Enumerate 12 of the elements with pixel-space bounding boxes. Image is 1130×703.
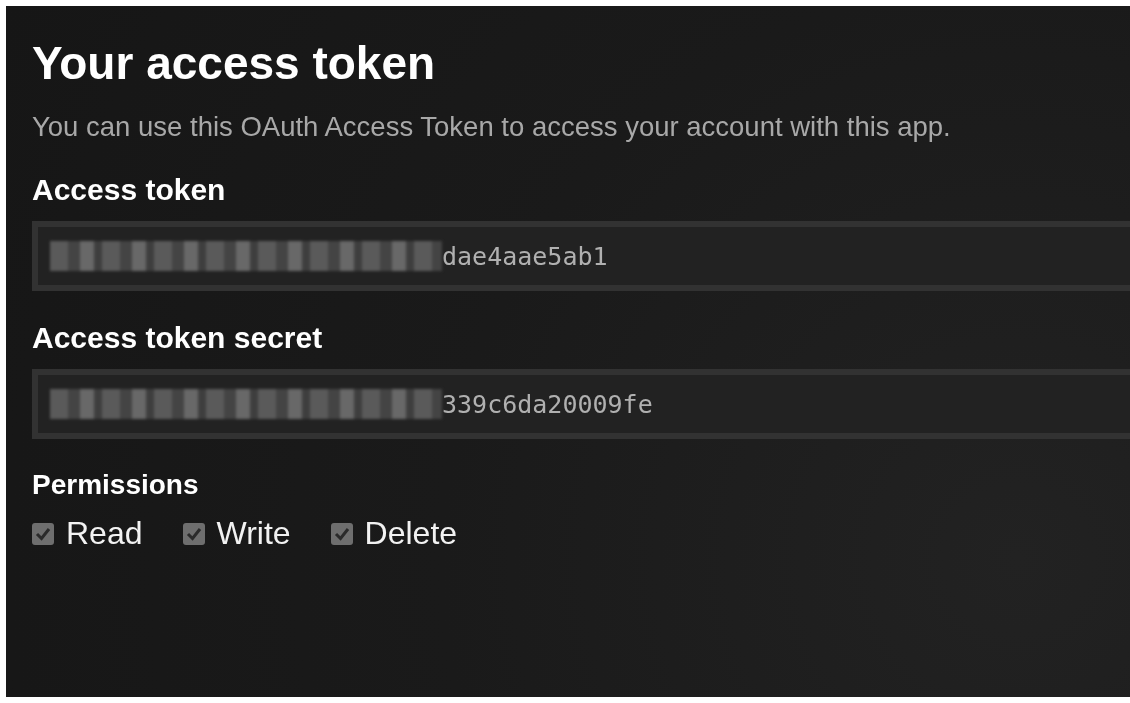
field-label: Access token bbox=[32, 173, 226, 208]
token-field[interactable]: 339c6da20009fe bbox=[32, 369, 1130, 440]
description-text: You can use this OAuth Access Token to access your account with this app. bbox=[32, 111, 952, 144]
permissions-label: Permissions bbox=[32, 469, 199, 502]
token-field[interactable]: dae4aae5ab1 bbox=[32, 221, 1130, 292]
checkbox-label: Delete bbox=[364, 515, 458, 553]
field-label: Access token secret bbox=[32, 321, 323, 356]
checkbox-label: Write bbox=[216, 515, 291, 553]
checkbox-label: Read bbox=[66, 515, 143, 553]
page-title: Your access token bbox=[32, 36, 437, 91]
token-text: 339c6da20009fe bbox=[442, 389, 653, 419]
token-text: dae4aae5ab1 bbox=[442, 241, 608, 271]
